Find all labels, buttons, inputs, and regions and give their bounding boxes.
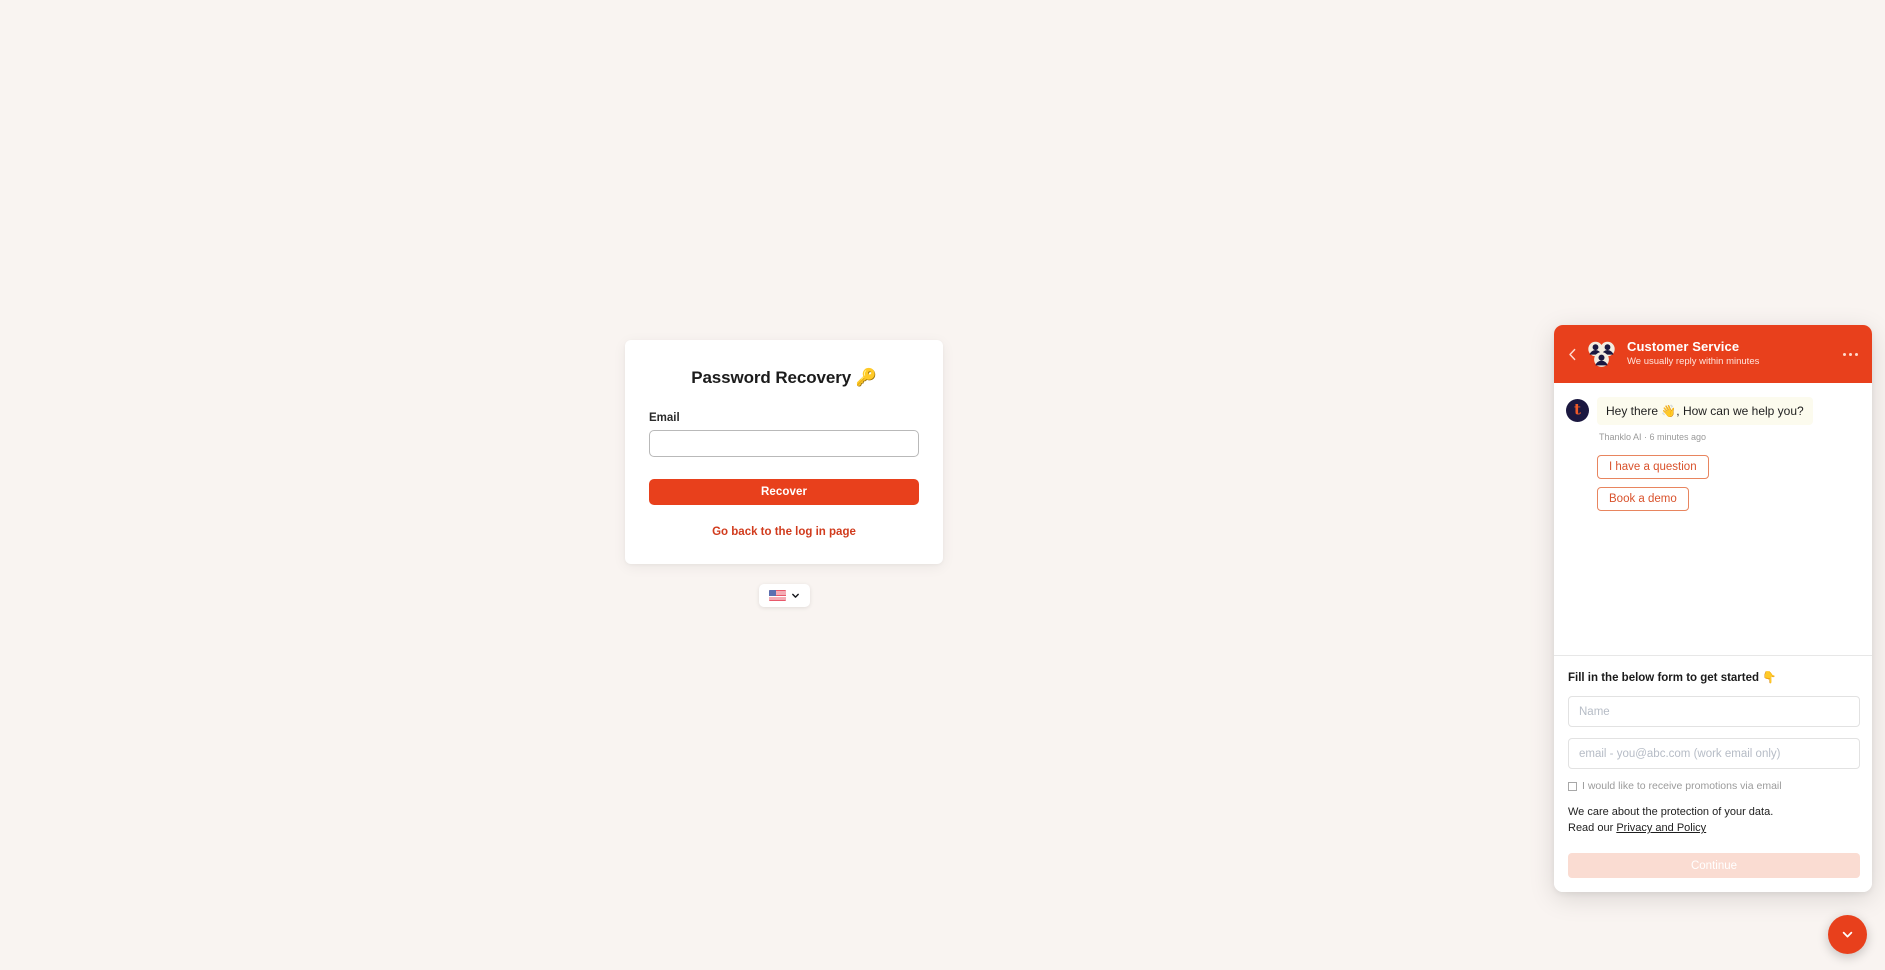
promotions-checkbox-row[interactable]: I would like to receive promotions via e… [1568,780,1860,792]
form-heading: Fill in the below form to get started 👇 [1568,672,1777,685]
quick-reply-i-have-a-question[interactable]: I have a question [1597,455,1709,480]
email-label: Email [649,412,680,424]
chat-title: Customer Service [1627,338,1740,354]
password-recovery-card: Password Recovery 🔑 Email Recover Go bac… [625,340,943,564]
chat-message-list: t Hey there 👋, How can we help you? Than… [1554,383,1872,656]
privacy-prefix: Read our [1568,822,1617,835]
bot-avatar: t [1566,399,1589,422]
chat-message-meta: Thanklo AI · 6 minutes ago [1599,432,1707,443]
chat-widget: Customer Service We usually reply within… [1554,325,1872,892]
chevron-down-icon [791,593,799,598]
chevron-left-icon [1568,348,1575,360]
chat-header: Customer Service We usually reply within… [1554,325,1872,383]
promotions-checkbox-label[interactable]: I would like to receive promotions via e… [1582,780,1782,792]
continue-button[interactable]: Continue [1568,853,1860,878]
page-title: Password Recovery 🔑 [691,368,877,387]
chat-header-text: Customer Service We usually reply within… [1627,339,1841,369]
lead-capture-form: Fill in the below form to get started 👇 … [1554,655,1872,892]
chat-subtitle: We usually reply within minutes [1627,356,1760,368]
agents-group-icon [1586,339,1617,370]
privacy-policy-link[interactable]: Privacy and Policy [1616,822,1706,834]
chat-message: t Hey there 👋, How can we help you? Than… [1566,397,1860,442]
language-selector[interactable] [758,584,810,607]
recover-button[interactable]: Recover [649,479,919,505]
email-input[interactable] [649,430,919,457]
promotions-checkbox[interactable] [1568,781,1577,791]
back-button[interactable] [1564,346,1580,362]
chevron-down-icon [1842,931,1853,938]
quick-reply-book-a-demo[interactable]: Book a demo [1597,487,1689,512]
privacy-line-2: Read our Privacy and Policy [1568,821,1860,837]
back-to-login-link[interactable]: Go back to the log in page [649,526,919,538]
chat-launcher-button[interactable] [1828,915,1867,954]
work-email-input[interactable] [1568,738,1860,770]
name-input[interactable] [1568,696,1860,728]
us-flag-icon [768,590,786,601]
bot-avatar-letter: t [1574,400,1581,419]
chat-message-text: Hey there 👋, How can we help you? [1597,397,1813,426]
privacy-line-1: We care about the protection of your dat… [1568,806,1774,819]
ellipsis-icon[interactable] [1841,347,1860,362]
quick-reply-list: I have a question Book a demo [1597,455,1860,512]
password-recovery-section: Password Recovery 🔑 Email Recover Go bac… [625,340,943,607]
privacy-notice: We care about the protection of your dat… [1568,805,1860,837]
